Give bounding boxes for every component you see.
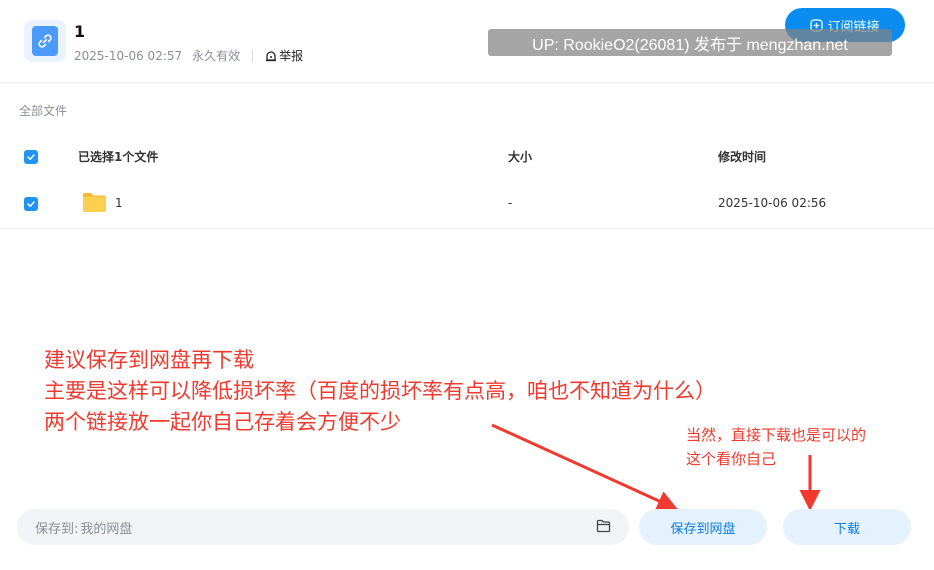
save-path-field[interactable]: 保存到: 我的网盘 (17, 509, 629, 545)
download-button[interactable]: 下载 (783, 509, 911, 545)
save-to-value: 我的网盘 (80, 521, 133, 537)
choose-folder-icon[interactable] (596, 519, 611, 533)
save-to-label: 保存到: (35, 521, 79, 537)
arrow-to-save (491, 423, 679, 511)
save-to-disk-button[interactable]: 保存到网盘 (639, 509, 767, 545)
annotation-arrows (491, 423, 821, 511)
